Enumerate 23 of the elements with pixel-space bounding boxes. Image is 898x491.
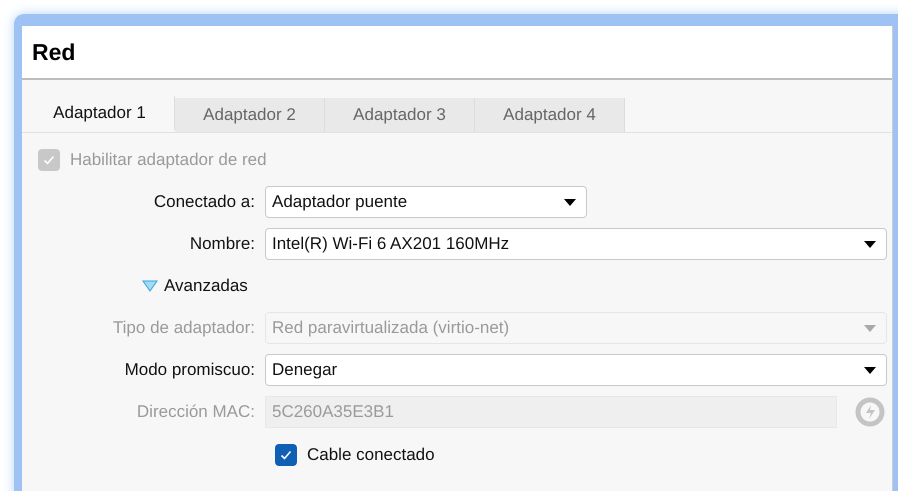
dropdown[interactable]: Adaptador puente	[265, 186, 587, 218]
field-label: Dirección MAC:	[136, 401, 256, 424]
checkmark-icon	[279, 448, 293, 462]
cable-checkbox-row[interactable]: Cable conectado	[275, 442, 435, 468]
caret-icon	[864, 240, 876, 248]
caret-icon	[564, 198, 576, 206]
tab[interactable]: Adaptador 2	[175, 98, 325, 132]
section-title: Red	[32, 38, 76, 67]
advanced-toggle[interactable]: Avanzadas	[142, 273, 248, 299]
checkmark-icon	[42, 153, 56, 167]
checkbox[interactable]	[275, 444, 297, 466]
field-label: Conectado a:	[152, 191, 256, 214]
field-label: Modo promiscuo:	[124, 359, 256, 382]
field-label: Nombre:	[188, 233, 256, 256]
dropdown[interactable]: Denegar	[265, 354, 887, 386]
caret-icon	[864, 324, 876, 332]
dropdown[interactable]: Intel(R) Wi-Fi 6 AX201 160MHz	[265, 228, 887, 260]
field-label: Tipo de adaptador:	[112, 317, 256, 340]
triangle-down-icon	[142, 280, 158, 292]
tab[interactable]: Adaptador 4	[475, 98, 625, 132]
refresh-icon[interactable]	[855, 397, 885, 427]
tab[interactable]: Adaptador 3	[325, 98, 475, 132]
caret-icon	[864, 366, 876, 374]
